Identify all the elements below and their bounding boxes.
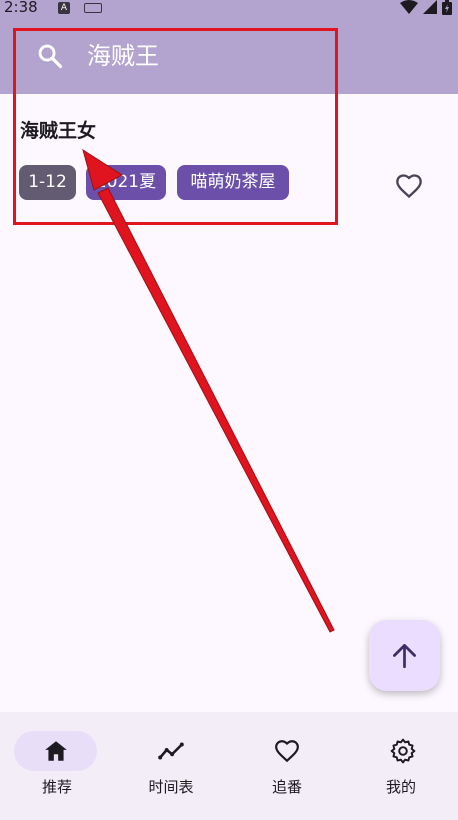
home-icon (45, 741, 67, 761)
search-bar[interactable]: 海贼王 (0, 16, 458, 94)
status-bar: 2:38 A (0, 0, 458, 16)
trend-line-icon (158, 742, 184, 760)
arrow-up-icon (393, 644, 416, 669)
result-title[interactable]: 海贼王女 (20, 117, 96, 145)
nav-item-following[interactable]: 追番 (230, 712, 344, 820)
battery-icon (442, 0, 452, 15)
notification-a-icon: A (58, 2, 70, 14)
cellular-icon (423, 0, 438, 14)
bottom-navigation: 推荐 时间表 追番 我的 (0, 712, 458, 820)
wifi-icon (400, 0, 419, 14)
tag-episodes[interactable]: 1-12 (19, 165, 76, 200)
search-icon[interactable] (36, 42, 64, 70)
scroll-top-button[interactable] (369, 620, 440, 691)
heart-outline-icon[interactable] (395, 172, 423, 200)
nav-item-mine[interactable]: 我的 (344, 712, 458, 820)
nav-label-recommend: 推荐 (41, 778, 72, 796)
tag-season[interactable]: 2021夏 (86, 165, 166, 200)
nav-label-schedule: 时间表 (148, 778, 194, 796)
nav-label-following: 追番 (271, 778, 302, 796)
gear-icon (390, 738, 416, 764)
search-input[interactable]: 海贼王 (87, 38, 159, 74)
nav-item-recommend[interactable]: 推荐 (0, 712, 114, 820)
heart-icon (275, 740, 299, 763)
tag-subtitle-group[interactable]: 喵萌奶茶屋 (177, 165, 289, 200)
status-icons (400, 0, 452, 16)
nav-item-schedule[interactable]: 时间表 (114, 712, 228, 820)
nav-label-mine: 我的 (385, 778, 416, 796)
status-time: 2:38 (4, 0, 38, 16)
keyboard-icon (84, 3, 102, 13)
